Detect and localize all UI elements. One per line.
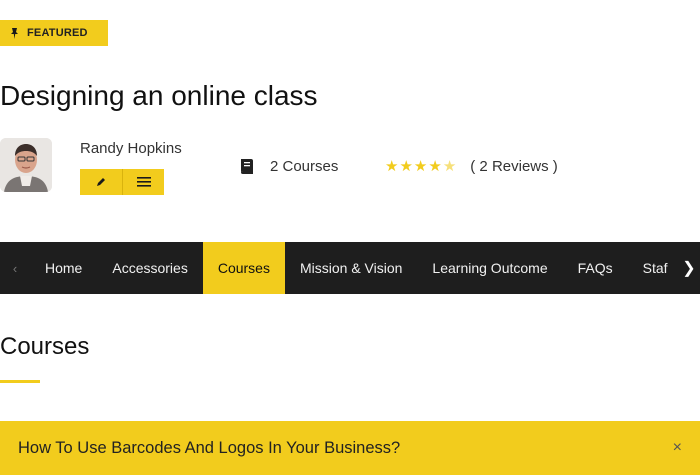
- list-button[interactable]: [122, 169, 164, 195]
- star-icon: ★: [385, 158, 399, 175]
- rating: ★ ★ ★ ★ ★ ( 2 Reviews ): [385, 158, 558, 175]
- page-title: Designing an online class: [0, 80, 318, 111]
- close-icon[interactable]: ×: [673, 439, 682, 457]
- tab-courses[interactable]: Courses: [202, 242, 285, 294]
- book-icon: [241, 159, 253, 175]
- tab-learning-outcome[interactable]: Learning Outcome: [417, 242, 562, 294]
- section-underline: [0, 380, 40, 383]
- accordion-title[interactable]: How To Use Barcodes And Logos In Your Bu…: [18, 439, 673, 458]
- section-title: Courses: [0, 333, 90, 360]
- pencil-icon: [97, 178, 105, 186]
- star-icon: ★: [428, 158, 442, 175]
- star-icon: ★: [399, 158, 413, 175]
- featured-label: FEATURED: [27, 27, 88, 39]
- tab-home[interactable]: Home: [30, 242, 97, 294]
- tab-faqs[interactable]: FAQs: [563, 242, 628, 294]
- course-nav: ‹ Home Accessories Courses Mission & Vis…: [0, 242, 700, 294]
- list-icon: [136, 177, 151, 187]
- courses-count: 2 Courses: [240, 158, 338, 175]
- star-icon: ★: [442, 158, 457, 175]
- accordion-item[interactable]: How To Use Barcodes And Logos In Your Bu…: [0, 421, 700, 475]
- pin-icon: [11, 27, 18, 39]
- star-icon: ★: [413, 158, 428, 175]
- chevron-left-icon[interactable]: ‹: [0, 242, 30, 294]
- author-name[interactable]: Randy Hopkins: [80, 140, 182, 157]
- tab-mission-vision[interactable]: Mission & Vision: [285, 242, 417, 294]
- author-info: Randy Hopkins 2 Courses ★ ★ ★ ★ ★ ( 2 Re…: [0, 132, 700, 202]
- avatar[interactable]: [0, 138, 52, 192]
- featured-badge: FEATURED: [0, 20, 108, 46]
- star-rating: ★ ★ ★ ★ ★: [385, 159, 456, 174]
- courses-count-label: 2 Courses: [270, 158, 339, 175]
- reviews-count[interactable]: ( 2 Reviews ): [470, 158, 558, 175]
- edit-button[interactable]: [80, 169, 122, 195]
- chevron-right-icon[interactable]: ❯: [678, 242, 700, 294]
- tab-staff[interactable]: Staf: [628, 242, 683, 294]
- tab-accessories[interactable]: Accessories: [97, 242, 202, 294]
